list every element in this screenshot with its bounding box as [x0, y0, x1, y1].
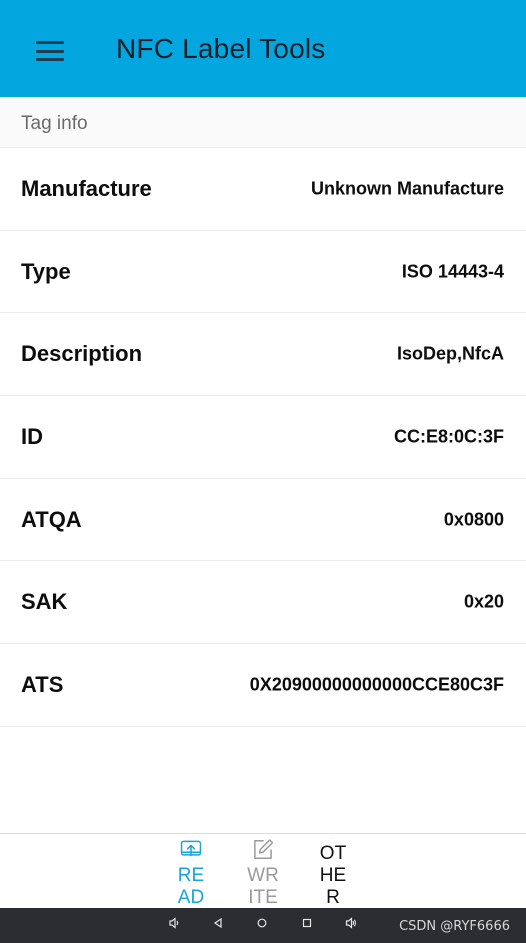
nav-item-read[interactable]: READ: [162, 834, 220, 908]
menu-line: [36, 41, 64, 44]
tag-info-row-manufacture: Manufacture Unknown Manufacture: [0, 148, 526, 231]
home-icon[interactable]: [253, 914, 271, 932]
grid-icon: [332, 838, 334, 839]
nav-item-write[interactable]: WRITE: [234, 834, 292, 908]
tag-info-row-type: Type ISO 14443-4: [0, 230, 526, 314]
row-value: 0X20900000000000CCE80C3F: [249, 674, 504, 695]
tag-info-row-atqa: ATQA 0x0800: [0, 478, 526, 562]
row-value: 0x20: [463, 591, 504, 612]
tag-info-row-sak: SAK 0x20: [0, 561, 526, 645]
watermark-text: CSDN @RYF6666: [399, 919, 510, 934]
row-key: Type: [21, 258, 71, 284]
nav-label-read: READ: [177, 865, 205, 908]
row-value: Unknown Manufacture: [310, 178, 504, 199]
app-bar: NFC Label Tools: [0, 0, 526, 97]
menu-line: [36, 58, 64, 61]
tag-info-list: Manufacture Unknown Manufacture Type ISO…: [0, 148, 526, 727]
row-value: ISO 14443-4: [401, 261, 504, 282]
row-key: ATS: [21, 671, 64, 697]
nav-label-write: WRITE: [247, 865, 279, 908]
row-key: ID: [21, 423, 43, 449]
row-key: SAK: [21, 589, 68, 615]
write-pencil-icon: [254, 839, 274, 860]
hamburger-menu-icon[interactable]: [30, 36, 70, 66]
nav-label-other: OTHER: [319, 843, 347, 908]
row-key: Manufacture: [21, 175, 152, 201]
volume-down-icon[interactable]: [165, 914, 183, 932]
section-header: Tag info: [0, 97, 526, 148]
system-navigation-bar: CSDN @RYF6666: [0, 908, 526, 943]
menu-line: [36, 49, 64, 53]
volume-up-icon[interactable]: [342, 914, 360, 932]
row-value: CC:E8:0C:3F: [393, 426, 504, 447]
back-icon[interactable]: [209, 914, 227, 932]
bottom-navigation: READ WRITE OTHER: [0, 833, 526, 908]
app-title: NFC Label Tools: [116, 33, 326, 64]
tag-info-row-ats: ATS 0X20900000000000CCE80C3F: [0, 644, 526, 727]
section-label: Tag info: [21, 113, 88, 134]
row-value: 0x0800: [443, 509, 504, 530]
read-tray-icon: [180, 840, 202, 857]
row-key: ATQA: [21, 506, 82, 532]
tag-info-row-description: Description IsoDep,NfcA: [0, 313, 526, 397]
nav-item-other[interactable]: OTHER: [304, 834, 362, 908]
recents-icon[interactable]: [298, 914, 316, 932]
row-value: IsoDep,NfcA: [396, 343, 504, 364]
app-screen: NFC Label Tools Tag info Manufacture Unk…: [0, 0, 526, 943]
tag-info-row-id: ID CC:E8:0C:3F: [0, 396, 526, 479]
row-key: Description: [21, 341, 143, 367]
